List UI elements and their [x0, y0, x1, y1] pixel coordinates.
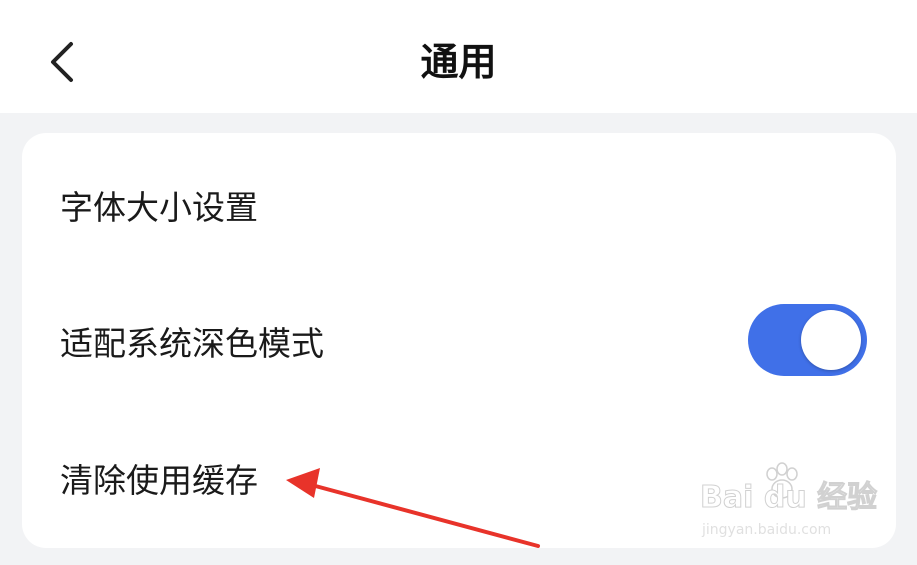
- dark-mode-toggle[interactable]: [748, 304, 867, 376]
- setting-label-font-size: 字体大小设置: [60, 188, 258, 227]
- watermark-brand: Bai du 经验: [699, 480, 878, 516]
- page-title: 通用: [420, 40, 497, 84]
- watermark: Bai du 经验 jingyan.baidu.com: [699, 462, 878, 547]
- watermark-url: jingyan.baidu.com: [702, 522, 832, 538]
- setting-label-clear-cache: 清除使用缓存: [60, 461, 258, 500]
- toggle-knob: [801, 310, 861, 370]
- setting-row-font-size[interactable]: 字体大小设置: [22, 148, 896, 258]
- setting-label-dark-mode: 适配系统深色模式: [60, 324, 324, 363]
- header-bar: 通用: [0, 0, 917, 113]
